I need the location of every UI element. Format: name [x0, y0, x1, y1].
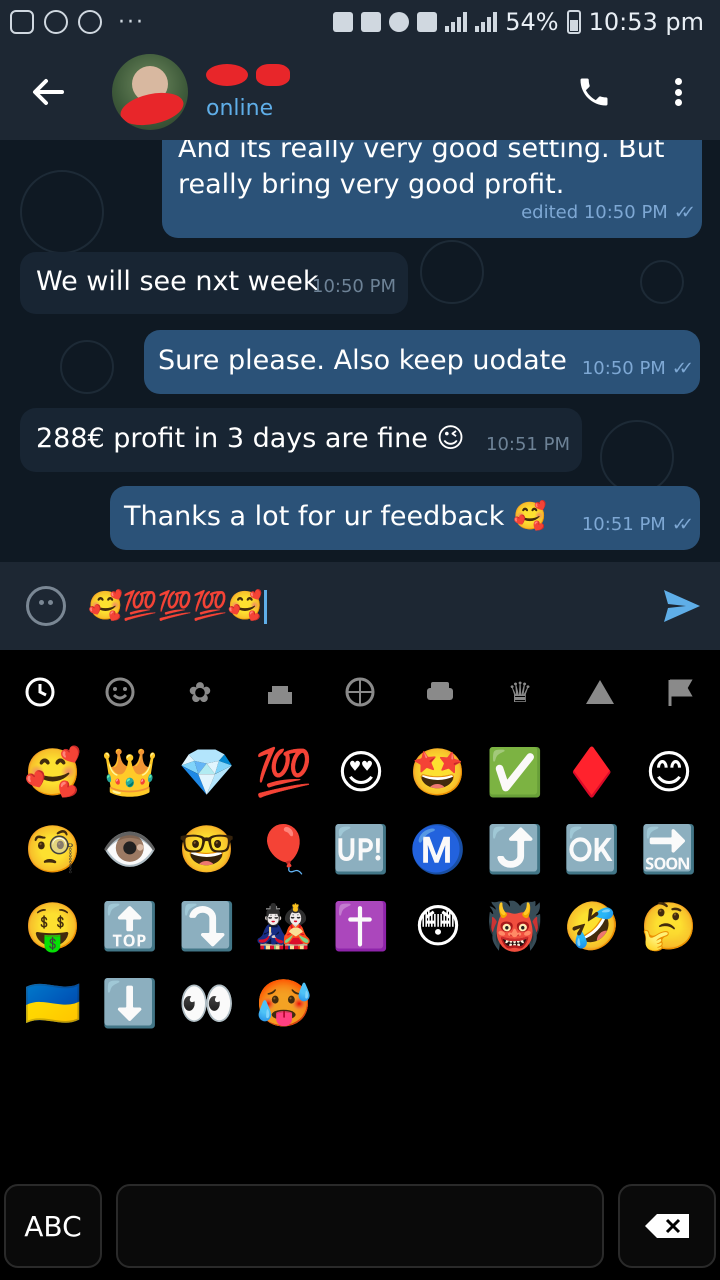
message-text-line2: really bring very good profit. [178, 169, 565, 200]
message-bubble-outgoing[interactable]: Thanks a lot for ur feedback 🥰 10:51 PM ✓… [110, 486, 700, 550]
battery-icon [566, 10, 581, 34]
objects-icon[interactable]: ♛ [500, 672, 540, 712]
avatar[interactable] [112, 54, 188, 130]
double-check-icon: ✓✓ [671, 358, 694, 379]
alarm-icon [389, 12, 410, 32]
emoji-key[interactable]: 💯 [252, 740, 316, 804]
emoji-key[interactable]: 👁️ [98, 817, 162, 881]
battery-percent: 54% [505, 8, 559, 36]
message-bubble-incoming[interactable]: We will see nxt week 10:50 PM [20, 252, 408, 314]
lock-icon [333, 12, 354, 32]
message-time: 10:51 PM [486, 434, 570, 455]
emoji-key[interactable]: 🧐 [21, 817, 85, 881]
emoji-key[interactable]: ⬇️ [98, 971, 162, 1035]
signal-2-icon [475, 12, 498, 32]
emoji-key[interactable]: ♦️ [560, 740, 624, 804]
emoji-key[interactable]: 😍 [329, 740, 393, 804]
emoji-key[interactable]: 🤩 [406, 740, 470, 804]
wink-emoji: 😉 [436, 423, 465, 454]
send-icon[interactable] [662, 588, 702, 624]
emoji-key[interactable]: 👹 [483, 894, 547, 958]
smiley-icon[interactable] [100, 672, 140, 712]
message-input[interactable]: 🥰💯💯💯🥰 [88, 586, 268, 626]
symbols-icon[interactable] [580, 672, 620, 712]
recent-icon[interactable] [20, 672, 60, 712]
emoji-key[interactable]: 🆗 [560, 817, 624, 881]
emoji-key[interactable]: ✅ [483, 740, 547, 804]
contact-status: online [206, 96, 274, 121]
flag-icon[interactable] [660, 672, 700, 712]
message-bubble-outgoing[interactable]: Sure please. Also keep uodate 10:50 PM ✓✓ [144, 330, 700, 394]
download-icon [78, 10, 102, 34]
emoji-key[interactable]: 😳 [406, 894, 470, 958]
emoji-keyboard: ✿ ♛ 🥰 👑 💎 💯 😍 🤩 ✅ ♦️ 😊 🧐 👁️ 🤓 🎈 🆙 Ⓜ️ ⤴️ 🆗 🔜 🤑 🔝 ⤵️ 🎎 ✝️ 😳 👹 🤣 🤔 🇺🇦 ⬇… [0, 650, 720, 1280]
contact-name-redacted[interactable] [206, 60, 296, 88]
emoji-key[interactable]: 🤣 [560, 894, 624, 958]
emoji-key[interactable]: ✝️ [329, 894, 393, 958]
message-text: 288€ profit in 3 days are fine [36, 423, 428, 454]
message-text: We will see nxt week [36, 266, 319, 297]
sports-icon[interactable] [340, 672, 380, 712]
nature-icon[interactable]: ✿ [180, 672, 220, 712]
phone-icon[interactable] [576, 74, 612, 110]
message-bubble-outgoing[interactable]: And its really very good setting. But re… [162, 140, 702, 238]
emoji-key[interactable]: 🔜 [637, 817, 701, 881]
emoji-key[interactable]: ⤴️ [483, 817, 547, 881]
backspace-icon[interactable] [618, 1184, 716, 1268]
emoji-key[interactable]: 🎈 [252, 817, 316, 881]
emoji-key[interactable]: 🤓 [175, 817, 239, 881]
emoji-key[interactable]: 🇺🇦 [21, 971, 85, 1035]
message-time: 10:51 PM [581, 514, 666, 535]
message-input-bar: 🥰💯💯💯🥰 [0, 562, 720, 650]
message-text: Thanks a lot for ur feedback [124, 501, 505, 532]
emoji-key[interactable]: 👑 [98, 740, 162, 804]
chat-area[interactable]: And its really very good setting. But re… [0, 140, 720, 562]
double-check-icon: ✓✓ [671, 514, 694, 535]
mute-icon [361, 12, 382, 32]
emoji-key[interactable]: 😊 [637, 740, 701, 804]
emoji-key[interactable]: ⤵️ [175, 894, 239, 958]
back-arrow-icon[interactable] [28, 72, 68, 112]
instagram-icon [10, 10, 34, 34]
message-time: 10:50 PM [581, 358, 666, 379]
chat-header: online [0, 44, 720, 140]
emoji-key[interactable]: 🥵 [252, 971, 316, 1035]
sim-icon [417, 12, 438, 32]
emoji-key[interactable]: 🤑 [21, 894, 85, 958]
food-icon[interactable] [260, 672, 300, 712]
more-notifications-icon: ··· [118, 9, 145, 35]
double-check-icon: ✓✓ [673, 202, 696, 223]
message-time: edited 10:50 PM [521, 202, 668, 223]
emoji-key[interactable]: 👀 [175, 971, 239, 1035]
emoji-key[interactable]: 💎 [175, 740, 239, 804]
emoji-key[interactable]: 🔝 [98, 894, 162, 958]
emoji-key[interactable]: 🥰 [21, 740, 85, 804]
emoji-key[interactable]: 🤔 [637, 894, 701, 958]
message-bubble-incoming[interactable]: 288€ profit in 3 days are fine 😉 10:51 P… [20, 408, 582, 472]
message-input-value: 🥰💯💯💯🥰 [88, 589, 263, 622]
text-cursor [264, 590, 268, 624]
emoji-key[interactable]: Ⓜ️ [406, 817, 470, 881]
message-time: 10:50 PM [312, 276, 396, 297]
emoji-key[interactable]: 🆙 [329, 817, 393, 881]
signal-icon [445, 12, 468, 32]
emoji-toggle-icon[interactable] [26, 586, 66, 626]
more-menu-icon[interactable] [664, 72, 692, 112]
smiling-hearts-emoji: 🥰 [513, 501, 547, 532]
car-icon[interactable] [420, 672, 460, 712]
spacebar[interactable] [116, 1184, 604, 1268]
message-text: Sure please. Also keep uodate [158, 345, 567, 376]
status-bar: ··· 54% 10:53 pm [0, 0, 720, 44]
facebook-icon [44, 10, 68, 34]
message-text-line1: And its really very good setting. But [178, 140, 665, 164]
emoji-key[interactable]: 🎎 [252, 894, 316, 958]
emoji-category-bar: ✿ ♛ [0, 662, 720, 722]
abc-keyboard-button[interactable]: ABC [4, 1184, 102, 1268]
clock: 10:53 pm [588, 8, 704, 36]
